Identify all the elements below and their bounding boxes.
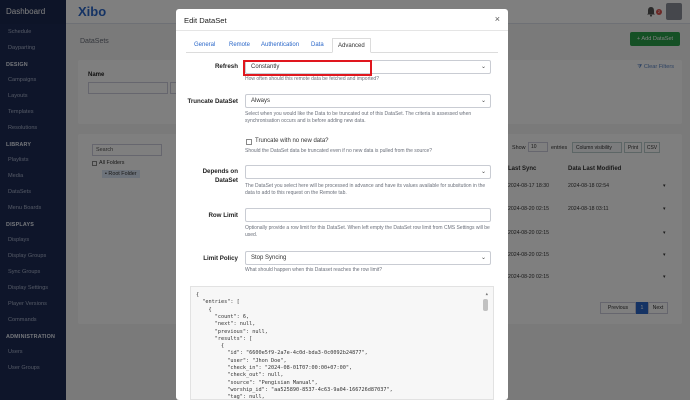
modal-header-divider — [176, 30, 508, 31]
modal-title: Edit DataSet — [184, 16, 227, 25]
chevron-down-icon: ⌄ — [480, 255, 486, 261]
truncate-no-new-data-help: Should the DataSet data be truncated eve… — [245, 148, 433, 154]
limit-policy-select[interactable]: Stop Syncing ⌄ — [245, 251, 491, 265]
close-icon[interactable]: × — [495, 14, 500, 24]
code-line: "previous": null, — [196, 328, 268, 335]
code-line: "user": "Jhon Doe", — [196, 357, 287, 364]
code-line: "count": 6, — [196, 313, 250, 320]
depends-on-select[interactable]: ⌄ — [245, 165, 491, 179]
code-line: { — [196, 306, 212, 313]
highlight-box — [243, 60, 372, 76]
row-limit-help: Optionally provide a row limit for this … — [245, 225, 490, 238]
tab-advanced[interactable]: Advanced — [332, 38, 371, 53]
truncate-label: Truncate DataSet — [187, 98, 238, 105]
limit-policy-label: Limit Policy — [203, 255, 238, 262]
truncate-no-new-data-label: Truncate with no new data? — [255, 138, 329, 144]
refresh-label: Refresh — [214, 63, 238, 70]
truncate-select-value: Always — [251, 98, 271, 104]
row-limit-input[interactable] — [245, 208, 491, 222]
code-line: "check_in": "2024-08-01T07:00:00+07:00", — [196, 365, 353, 371]
truncate-select[interactable]: Always ⌄ — [245, 94, 491, 108]
chevron-down-icon: ⌄ — [480, 64, 486, 70]
tab-authentication[interactable]: Authentication — [261, 42, 299, 48]
limit-policy-select-value: Stop Syncing — [251, 255, 287, 261]
code-line: "entries": [ — [196, 299, 240, 306]
depends-on-label: Depends on DataSet — [202, 168, 238, 184]
code-line: "next": null, — [196, 321, 256, 328]
code-line: "id": "6600e5f9-2a7e-4c0d-bda3-0c0092b24… — [196, 350, 368, 357]
code-line: "check_out": null, — [196, 372, 284, 379]
data-preview-code[interactable]: { "entries": [ { "count": 6, "next": nul… — [190, 286, 494, 400]
chevron-down-icon: ⌄ — [480, 98, 486, 104]
truncate-help: Select when you would like the Data to b… — [245, 111, 472, 124]
tab-remote[interactable]: Remote — [229, 42, 250, 48]
truncate-no-new-data-checkbox[interactable] — [246, 139, 252, 145]
row-limit-label: Row Limit — [208, 212, 238, 219]
limit-policy-help: What should happen when this Dataset rea… — [245, 267, 383, 273]
chevron-down-icon: ⌄ — [480, 169, 486, 175]
code-line: { — [196, 343, 225, 350]
code-scrollbar-thumb[interactable] — [483, 299, 488, 311]
code-line: "tag": null, — [196, 394, 265, 400]
depends-on-help: The DataSet you select here will be proc… — [245, 183, 486, 196]
refresh-help: How often should this remote data be fet… — [245, 76, 379, 82]
tab-general[interactable]: General — [194, 42, 215, 48]
code-line: "results": [ — [196, 335, 253, 342]
tab-data[interactable]: Data — [311, 42, 324, 48]
code-line: { — [196, 292, 200, 298]
scroll-up-icon[interactable]: ▲ — [486, 291, 488, 296]
edit-dataset-modal: Edit DataSet × General Remote Authentica… — [176, 9, 508, 400]
code-line: "source": "Pengisian Manual", — [196, 379, 318, 386]
modal-tabs: General Remote Authentication Data Advan… — [186, 38, 498, 53]
code-line: "worship_id": "aa525890-8537-4c63-9a04-1… — [196, 386, 393, 393]
